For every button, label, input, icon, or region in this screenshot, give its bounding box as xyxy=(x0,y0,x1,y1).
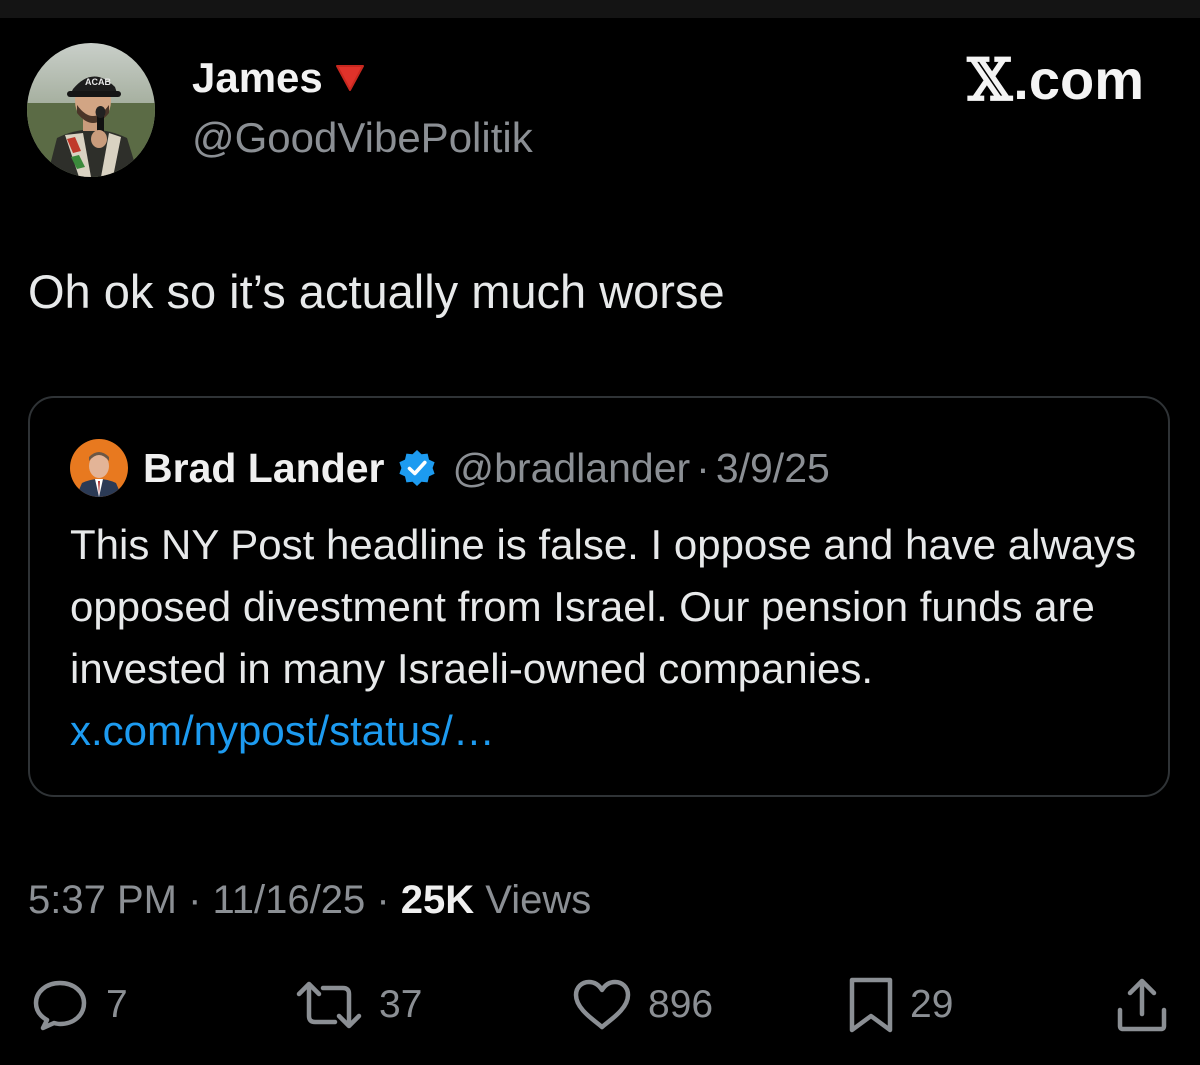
views-label: Views xyxy=(474,878,592,922)
top-status-strip xyxy=(0,0,1200,18)
bookmark-icon xyxy=(849,977,893,1033)
x-logo-icon: 𝕏 xyxy=(967,46,1013,114)
tweet-date[interactable]: 11/16/25 xyxy=(213,878,366,922)
like-count: 896 xyxy=(648,983,714,1026)
quote-tweet-card[interactable]: Brad Lander @bradlander · 3/9/25 This NY… xyxy=(28,396,1170,797)
heart-icon xyxy=(573,979,631,1030)
repost-count: 37 xyxy=(379,983,423,1026)
quote-separator: · xyxy=(696,444,710,491)
repost-icon xyxy=(296,981,362,1029)
views-count: 25K xyxy=(400,878,475,922)
quote-header: Brad Lander @bradlander · 3/9/25 xyxy=(70,438,830,498)
tweet-meta: 5:37 PM · 11/16/25 · 25K Views xyxy=(28,876,591,924)
quote-body: This NY Post headline is false. I oppose… xyxy=(70,514,1150,762)
bookmark-count: 29 xyxy=(910,983,954,1026)
quote-author-avatar[interactable] xyxy=(70,439,128,497)
quote-author-name[interactable]: Brad Lander xyxy=(143,445,385,492)
quote-author-handle[interactable]: @bradlander xyxy=(453,445,691,492)
bookmark-button[interactable]: 29 xyxy=(848,975,953,1035)
like-button[interactable]: 896 xyxy=(572,975,713,1035)
author-name-row[interactable]: James xyxy=(192,54,365,102)
meta-separator: · xyxy=(365,878,401,922)
action-bar: 7 37 896 29 xyxy=(0,975,1200,1035)
author-name[interactable]: James xyxy=(192,54,323,102)
x-brand-logo: 𝕏 .com xyxy=(967,46,1144,114)
quote-body-text: This NY Post headline is false. I oppose… xyxy=(70,521,1137,692)
red-triangle-down-icon xyxy=(335,65,364,91)
reply-icon xyxy=(33,980,87,1031)
share-icon xyxy=(1117,978,1167,1032)
tweet-time[interactable]: 5:37 PM xyxy=(28,878,177,922)
share-button[interactable] xyxy=(1114,975,1170,1035)
author-handle[interactable]: @GoodVibePolitik xyxy=(192,114,533,162)
quote-date[interactable]: 3/9/25 xyxy=(716,445,830,492)
author-avatar[interactable]: ACAB xyxy=(27,43,155,177)
brand-label: .com xyxy=(1013,48,1144,111)
svg-text:ACAB: ACAB xyxy=(85,77,111,87)
reply-count: 7 xyxy=(106,983,128,1026)
verified-badge-icon xyxy=(398,450,435,486)
tweet-text: Oh ok so it’s actually much worse xyxy=(28,265,725,318)
meta-separator: · xyxy=(176,878,213,922)
quote-link[interactable]: x.com/nypost/status/… xyxy=(70,707,495,754)
reply-button[interactable]: 7 xyxy=(30,975,128,1035)
repost-button[interactable]: 37 xyxy=(295,975,422,1035)
